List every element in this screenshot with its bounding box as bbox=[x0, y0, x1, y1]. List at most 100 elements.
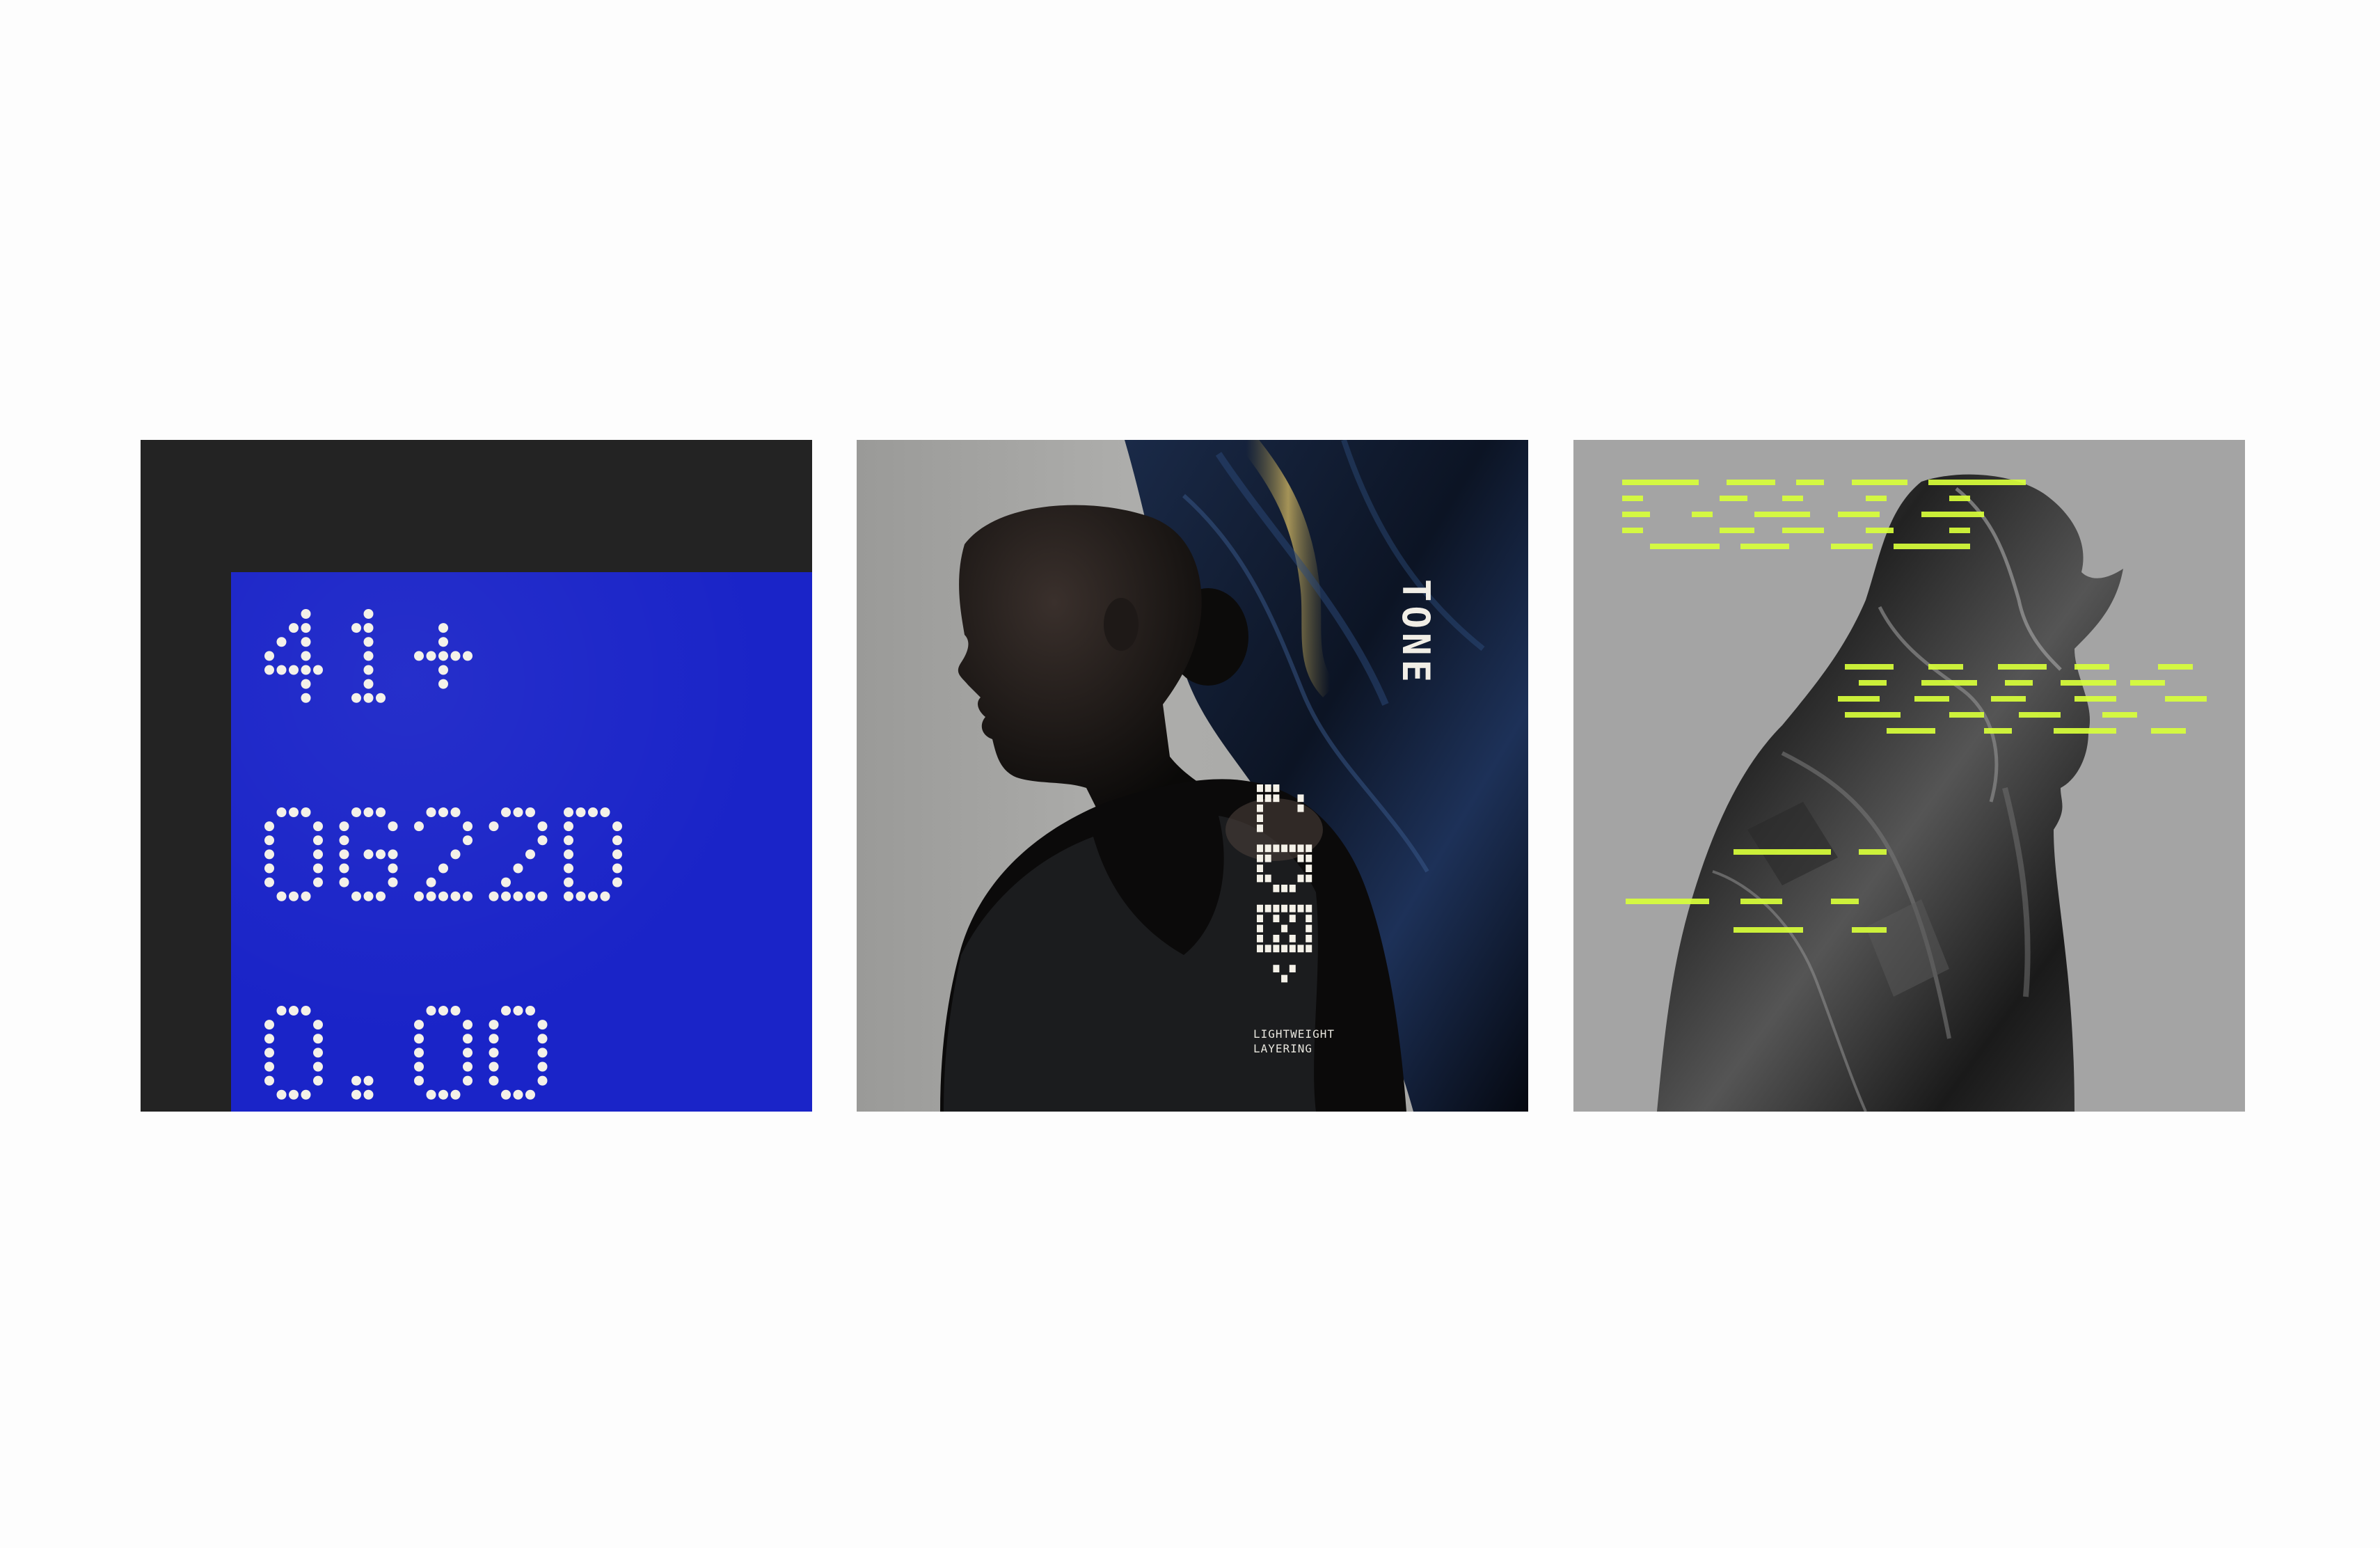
dot bbox=[289, 623, 299, 633]
dot bbox=[588, 807, 598, 817]
pixel bbox=[1257, 784, 1263, 792]
pixel bbox=[1264, 904, 1271, 913]
dot bbox=[313, 849, 323, 860]
dot bbox=[376, 807, 386, 817]
dot bbox=[301, 891, 311, 901]
dot bbox=[438, 665, 448, 675]
pixel bbox=[1306, 945, 1312, 953]
pixel bbox=[1281, 924, 1288, 933]
jacket-poster bbox=[1573, 440, 2245, 1112]
dot bbox=[513, 1089, 523, 1100]
dot bbox=[564, 835, 573, 846]
dot bbox=[463, 891, 473, 901]
dot bbox=[363, 651, 374, 661]
athlete-poster: TONE LIGHTWEIGHT LAYERING bbox=[857, 440, 1528, 1112]
pixel bbox=[1257, 924, 1263, 933]
dot bbox=[414, 821, 424, 832]
dot bbox=[438, 679, 448, 689]
dot bbox=[276, 665, 287, 675]
dot bbox=[463, 1075, 473, 1086]
dot bbox=[612, 863, 622, 874]
dot bbox=[414, 651, 424, 661]
neon-dash bbox=[1949, 528, 1970, 533]
dot bbox=[339, 863, 349, 874]
dot bbox=[264, 651, 274, 661]
neon-dash bbox=[2019, 712, 2061, 718]
pixel bbox=[1273, 794, 1280, 803]
dot bbox=[351, 891, 361, 901]
neon-dash bbox=[1949, 712, 1984, 718]
dot bbox=[313, 1075, 323, 1086]
dot bbox=[351, 807, 361, 817]
dot bbox=[564, 821, 573, 832]
pixel bbox=[1257, 904, 1263, 913]
pixel bbox=[1297, 804, 1304, 812]
dot bbox=[450, 651, 461, 661]
dot bbox=[388, 863, 398, 874]
neon-dash bbox=[1866, 496, 1887, 501]
pixel bbox=[1257, 844, 1263, 853]
dot bbox=[264, 1061, 274, 1072]
pixel bbox=[1264, 794, 1271, 803]
neon-dash bbox=[1622, 496, 1643, 501]
pixel bbox=[1264, 784, 1271, 792]
dot bbox=[351, 1089, 361, 1100]
dot bbox=[414, 1020, 424, 1030]
dot bbox=[313, 835, 323, 846]
neon-dash bbox=[1845, 664, 1894, 670]
dot bbox=[525, 849, 535, 860]
neon-dash bbox=[1921, 512, 1984, 517]
dot bbox=[414, 1075, 424, 1086]
neon-dash bbox=[1650, 544, 1720, 549]
dot bbox=[276, 637, 287, 647]
pixel bbox=[1273, 844, 1280, 853]
dot bbox=[438, 623, 448, 633]
dot bbox=[264, 849, 274, 860]
dot bbox=[388, 821, 398, 832]
dot-matrix-text bbox=[264, 609, 622, 1100]
neon-dash bbox=[2130, 680, 2165, 686]
pixel bbox=[1257, 794, 1263, 803]
dot bbox=[612, 877, 622, 887]
pixel bbox=[1281, 885, 1288, 892]
neon-dash bbox=[1622, 512, 1650, 517]
dot bbox=[414, 1061, 424, 1072]
blue-dot-type-poster bbox=[141, 440, 812, 1112]
dot bbox=[313, 1048, 323, 1058]
dot bbox=[313, 821, 323, 832]
neon-dash bbox=[2005, 680, 2033, 686]
dot bbox=[301, 637, 311, 647]
neon-dash bbox=[1734, 849, 1831, 855]
pixel bbox=[1257, 935, 1263, 942]
dot bbox=[612, 835, 622, 846]
dot bbox=[351, 693, 361, 703]
dot bbox=[463, 1048, 473, 1058]
dot bbox=[438, 1006, 448, 1016]
dot bbox=[501, 807, 511, 817]
pixel bbox=[1297, 844, 1304, 853]
pixel bbox=[1306, 924, 1312, 933]
neon-dash bbox=[2165, 696, 2207, 702]
pixel bbox=[1289, 915, 1296, 922]
dot bbox=[489, 891, 499, 901]
dot bbox=[426, 891, 436, 901]
pixel bbox=[1297, 854, 1304, 862]
dot bbox=[489, 1075, 499, 1086]
dot bbox=[264, 1034, 274, 1044]
neon-dash bbox=[2151, 728, 2186, 734]
pixel bbox=[1289, 844, 1296, 853]
dot bbox=[339, 835, 349, 846]
dot bbox=[600, 891, 610, 901]
pixel bbox=[1273, 784, 1280, 792]
neon-dash bbox=[1740, 544, 1789, 549]
dot bbox=[376, 891, 386, 901]
neon-dash bbox=[1692, 512, 1713, 517]
dot bbox=[363, 693, 374, 703]
dot bbox=[301, 1089, 311, 1100]
pixel bbox=[1257, 854, 1263, 862]
dot bbox=[276, 807, 287, 817]
dot bbox=[489, 1020, 499, 1030]
dot bbox=[438, 891, 448, 901]
dot bbox=[501, 1006, 511, 1016]
neon-dash bbox=[1859, 849, 1887, 855]
